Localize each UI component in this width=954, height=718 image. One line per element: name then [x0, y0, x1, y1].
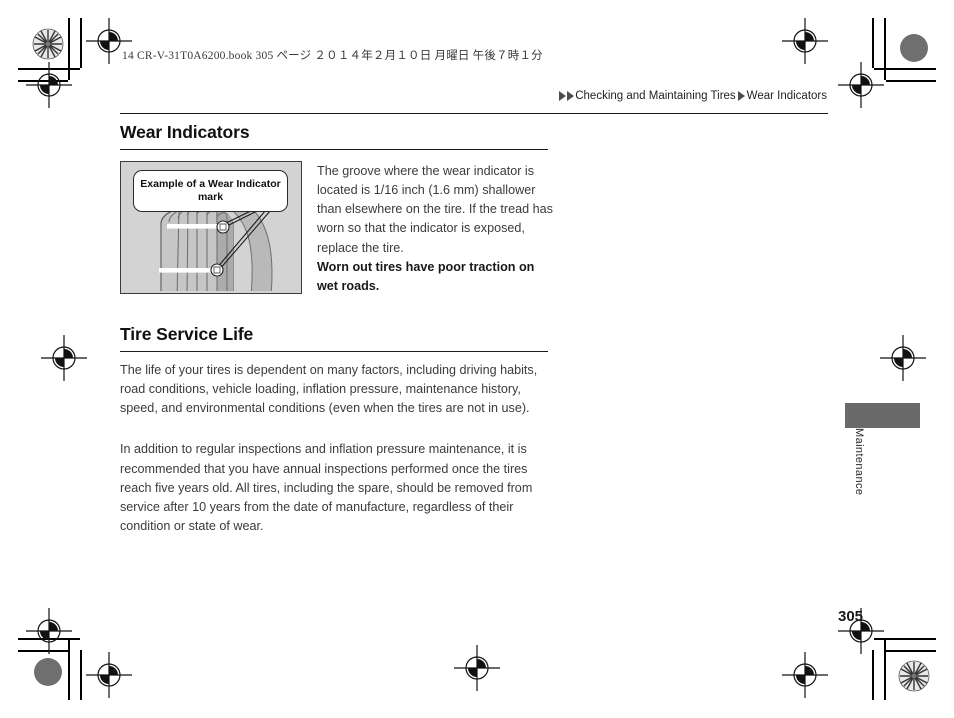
registration-mark-top-right-inner	[782, 18, 828, 64]
section-title-tire-service-life: Tire Service Life	[120, 323, 254, 344]
crop-mark-bottom-right-vertical-b	[872, 650, 874, 700]
tire-wear-indicator-figure: Example of a Wear Indicator mark	[120, 161, 302, 294]
print-job-header: 14 CR-V-31T0A6200.book 305 ページ ２０１４年２月１０…	[122, 50, 543, 62]
wear-indicators-row: Example of a Wear Indicator mark The gro…	[120, 161, 828, 296]
section-top-rule	[120, 113, 828, 114]
section-tire-service-life: Tire Service Life The life of your tires…	[120, 324, 828, 536]
crop-mark-bottom-right-vertical-a	[884, 638, 886, 700]
registration-mark-middle-right	[880, 335, 926, 381]
registration-mark-bottom-left-inner	[86, 652, 132, 698]
page-number: 305	[838, 608, 864, 625]
figure-callout-label: Example of a Wear Indicator mark	[140, 177, 281, 203]
page-title: Wear Indicators	[120, 122, 250, 142]
breadcrumb-parent[interactable]: Checking and Maintaining Tires	[575, 90, 735, 102]
figure-callout-box: Example of a Wear Indicator mark	[133, 170, 288, 212]
chapter-tab-label: Maintenance	[853, 428, 865, 496]
tire-service-life-paragraph-2: In addition to regular inspections and i…	[120, 442, 533, 533]
page-content: Wear Indicators Example of a Wear Indica…	[120, 113, 828, 536]
triangle-right-icon-first	[559, 91, 567, 101]
registration-mark-bottom-center	[454, 645, 500, 691]
halftone-star-target-bottom-right	[898, 660, 930, 692]
crop-mark-bottom-left-vertical-b	[80, 650, 82, 700]
density-dot-top-right	[900, 34, 928, 62]
crop-mark-top-right-horizontal-b	[886, 80, 936, 82]
wear-indicators-text: The groove where the wear indicator is l…	[317, 161, 555, 296]
section-underline-rule	[120, 149, 548, 150]
breadcrumb: Checking and Maintaining Tires Wear Indi…	[559, 90, 827, 102]
registration-mark-middle-left	[41, 335, 87, 381]
section-wear-indicators: Wear Indicators Example of a Wear Indica…	[120, 113, 828, 296]
tire-service-life-underline-rule	[120, 350, 548, 352]
triangle-right-icon-separator	[737, 91, 745, 101]
crop-mark-top-right-vertical-b	[872, 18, 874, 68]
crop-mark-top-left-vertical-b	[80, 18, 82, 68]
chapter-tab-block	[845, 403, 920, 428]
registration-mark-top-left-outer	[26, 62, 72, 108]
registration-mark-bottom-left-outer	[26, 608, 72, 654]
crop-mark-top-right-vertical-a	[884, 18, 886, 80]
registration-mark-bottom-right-inner	[782, 652, 828, 698]
wear-indicators-paragraph-1: The groove where the wear indicator is l…	[317, 164, 553, 255]
wear-indicators-paragraph-2: Worn out tires have poor traction on wet…	[317, 259, 535, 293]
breadcrumb-current: Wear Indicators	[746, 90, 827, 102]
tire-service-life-paragraph-1: The life of your tires is dependent on m…	[120, 362, 538, 416]
density-dot-bottom-left	[34, 658, 62, 686]
crop-mark-bottom-right-horizontal-b	[886, 650, 936, 652]
halftone-star-target-top-left	[32, 28, 64, 60]
registration-mark-top-right-outer	[838, 62, 884, 108]
triangle-right-icon-second	[567, 91, 575, 101]
